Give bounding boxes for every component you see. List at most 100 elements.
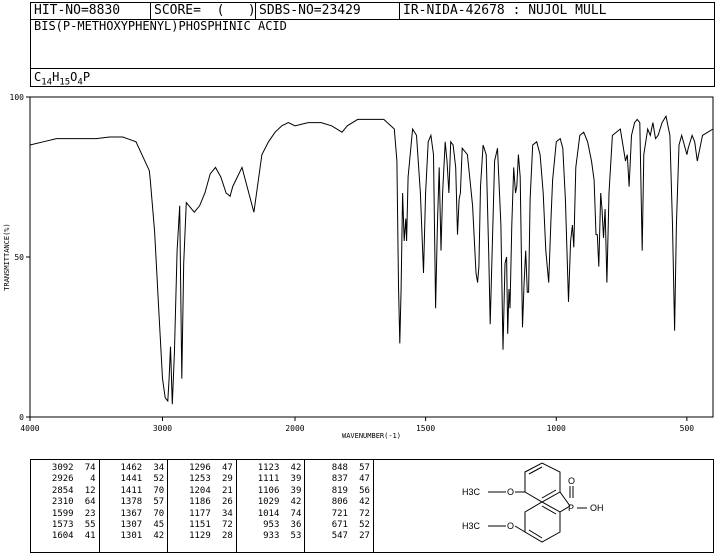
y-tick-label: 50 xyxy=(14,253,24,262)
peak-wavenumber: 1129 xyxy=(189,531,211,542)
peak-row: 721 72 xyxy=(305,509,373,520)
peak-wavenumber: 1014 xyxy=(257,508,280,519)
peak-row: 1106 39 xyxy=(237,486,305,497)
peak-transmittance: 42 xyxy=(359,497,370,508)
peak-transmittance: 70 xyxy=(153,508,165,519)
peak-row: 2854 12 xyxy=(31,486,99,497)
peak-transmittance: 42 xyxy=(290,463,302,473)
sdbs-number: SDBS-NO=23429 xyxy=(256,3,400,19)
peak-row: 837 47 xyxy=(305,474,373,485)
peak-row: 547 27 xyxy=(305,531,373,542)
phosphorus-label: P xyxy=(568,503,574,513)
peak-wavenumber: 1204 xyxy=(189,485,211,496)
peak-row: 848 57 xyxy=(305,463,373,474)
peak-transmittance: 72 xyxy=(221,520,233,531)
plot-frame xyxy=(29,96,714,418)
ether-oxygen-top: O xyxy=(507,487,514,497)
peak-transmittance: 56 xyxy=(359,485,370,496)
peak-wavenumber: 2310 xyxy=(51,497,74,508)
peak-wavenumber: 1177 xyxy=(189,508,211,519)
peak-transmittance: 39 xyxy=(290,474,302,485)
peak-row: 933 53 xyxy=(237,531,305,542)
formula-part: P xyxy=(82,70,91,84)
peak-row: 1177 34 xyxy=(168,509,236,520)
peak-transmittance: 26 xyxy=(221,497,233,508)
peak-row: 1604 41 xyxy=(31,531,99,542)
peak-row: 1573 55 xyxy=(31,520,99,531)
peak-row: 2926 4 xyxy=(31,474,99,485)
peak-wavenumber: 671 xyxy=(331,520,348,531)
peak-row: 1129 28 xyxy=(168,531,236,542)
peak-wavenumber: 1123 xyxy=(257,463,280,473)
peak-row: 1301 42 xyxy=(100,531,168,542)
peak-transmittance: 52 xyxy=(359,520,370,531)
peak-wavenumber: 1296 xyxy=(189,463,211,473)
peak-wavenumber: 837 xyxy=(331,474,348,485)
peak-column: 3092 74 2926 4 2854 12 2310 64 1599 23 1573 55 1604 4… xyxy=(31,460,100,552)
peak-wavenumber: 2926 xyxy=(51,474,74,485)
peak-row: 1378 57 xyxy=(100,497,168,508)
peak-transmittance: 74 xyxy=(290,508,302,519)
peak-wavenumber: 806 xyxy=(331,497,348,508)
peak-wavenumber: 933 xyxy=(263,531,280,542)
ether-oxygen-bottom: O xyxy=(507,521,514,531)
methyl-label-bottom: H3C xyxy=(462,521,481,531)
peak-transmittance: 64 xyxy=(84,497,96,508)
peak-row: 1253 29 xyxy=(168,474,236,485)
peak-row: 1151 72 xyxy=(168,520,236,531)
peak-transmittance: 70 xyxy=(153,485,165,496)
peak-row: 3092 74 xyxy=(31,463,99,474)
peak-transmittance: 55 xyxy=(84,520,96,531)
peak-wavenumber: 1301 xyxy=(120,531,143,542)
peak-transmittance: 42 xyxy=(290,497,302,508)
peak-transmittance: 4 xyxy=(90,474,96,485)
peak-transmittance: 28 xyxy=(221,531,233,542)
peak-table: 3092 74 2926 4 2854 12 2310 64 1599 23 1573 55 1604 4… xyxy=(30,459,374,553)
x-tick-label: 4000 xyxy=(20,424,39,433)
formula-part: 14 xyxy=(41,77,53,88)
peak-wavenumber: 1573 xyxy=(51,520,74,531)
chemical-structure: O P OH O O H3C H3C xyxy=(462,462,604,543)
peak-row: 1111 39 xyxy=(237,474,305,485)
peak-transmittance: 41 xyxy=(84,531,96,542)
peak-wavenumber: 1111 xyxy=(257,474,280,485)
peak-row: 819 56 xyxy=(305,486,373,497)
peak-wavenumber: 1253 xyxy=(189,474,211,485)
peak-transmittance: 52 xyxy=(153,474,165,485)
peak-transmittance: 34 xyxy=(221,508,233,519)
peak-transmittance: 47 xyxy=(221,463,233,473)
y-axis-label: TRANSMITTANCE(%) xyxy=(3,223,11,290)
peak-transmittance: 47 xyxy=(359,474,370,485)
formula-part: 15 xyxy=(59,77,71,88)
peak-row: 1296 47 xyxy=(168,463,236,474)
peak-row: 1204 21 xyxy=(168,486,236,497)
peak-row: 1367 70 xyxy=(100,509,168,520)
ir-info: IR-NIDA-42678 : NUJOL MULL xyxy=(403,3,607,18)
molecular-formula: C14H15O4P xyxy=(34,70,90,87)
structure-panel: O P OH O O H3C H3C xyxy=(372,459,714,553)
peak-wavenumber: 1307 xyxy=(120,520,143,531)
spectrum-line xyxy=(29,114,714,405)
peak-transmittance: 72 xyxy=(359,508,370,519)
peak-column: 1296 47 1253 29 1204 21 1186 26 1177 34 1151 72 1129… xyxy=(168,460,237,552)
peak-row: 1307 45 xyxy=(100,520,168,531)
x-axis-label: WAVENUMBER(-1) xyxy=(342,432,401,440)
peak-wavenumber: 3092 xyxy=(51,463,74,473)
peak-wavenumber: 1186 xyxy=(189,497,211,508)
peak-wavenumber: 1151 xyxy=(189,520,211,531)
peak-wavenumber: 1411 xyxy=(120,485,143,496)
peak-row: 953 36 xyxy=(237,520,305,531)
peak-transmittance: 45 xyxy=(153,520,165,531)
peak-row: 1462 34 xyxy=(100,463,168,474)
peak-wavenumber: 1106 xyxy=(257,485,280,496)
formula-divider xyxy=(31,68,714,69)
peak-column: 848 57 837 47 819 56 806 42 721 72 671 52 547 27 xyxy=(305,460,373,552)
peak-column: 1123 42 1111 39 1106 39 1029 42 1014 74 953 36 933 53 xyxy=(237,460,306,552)
peak-row: 806 42 xyxy=(305,497,373,508)
methyl-label-top: H3C xyxy=(462,487,481,497)
hydroxyl-label: OH xyxy=(590,503,604,513)
ir-spectrum-chart: 0 50 100 4000 3000 2000 1500 1000 500 WAVENUMBER(… xyxy=(3,93,714,440)
peak-row: 1411 70 xyxy=(100,486,168,497)
peak-row: 671 52 xyxy=(305,520,373,531)
peak-row: 1123 42 xyxy=(237,463,305,474)
